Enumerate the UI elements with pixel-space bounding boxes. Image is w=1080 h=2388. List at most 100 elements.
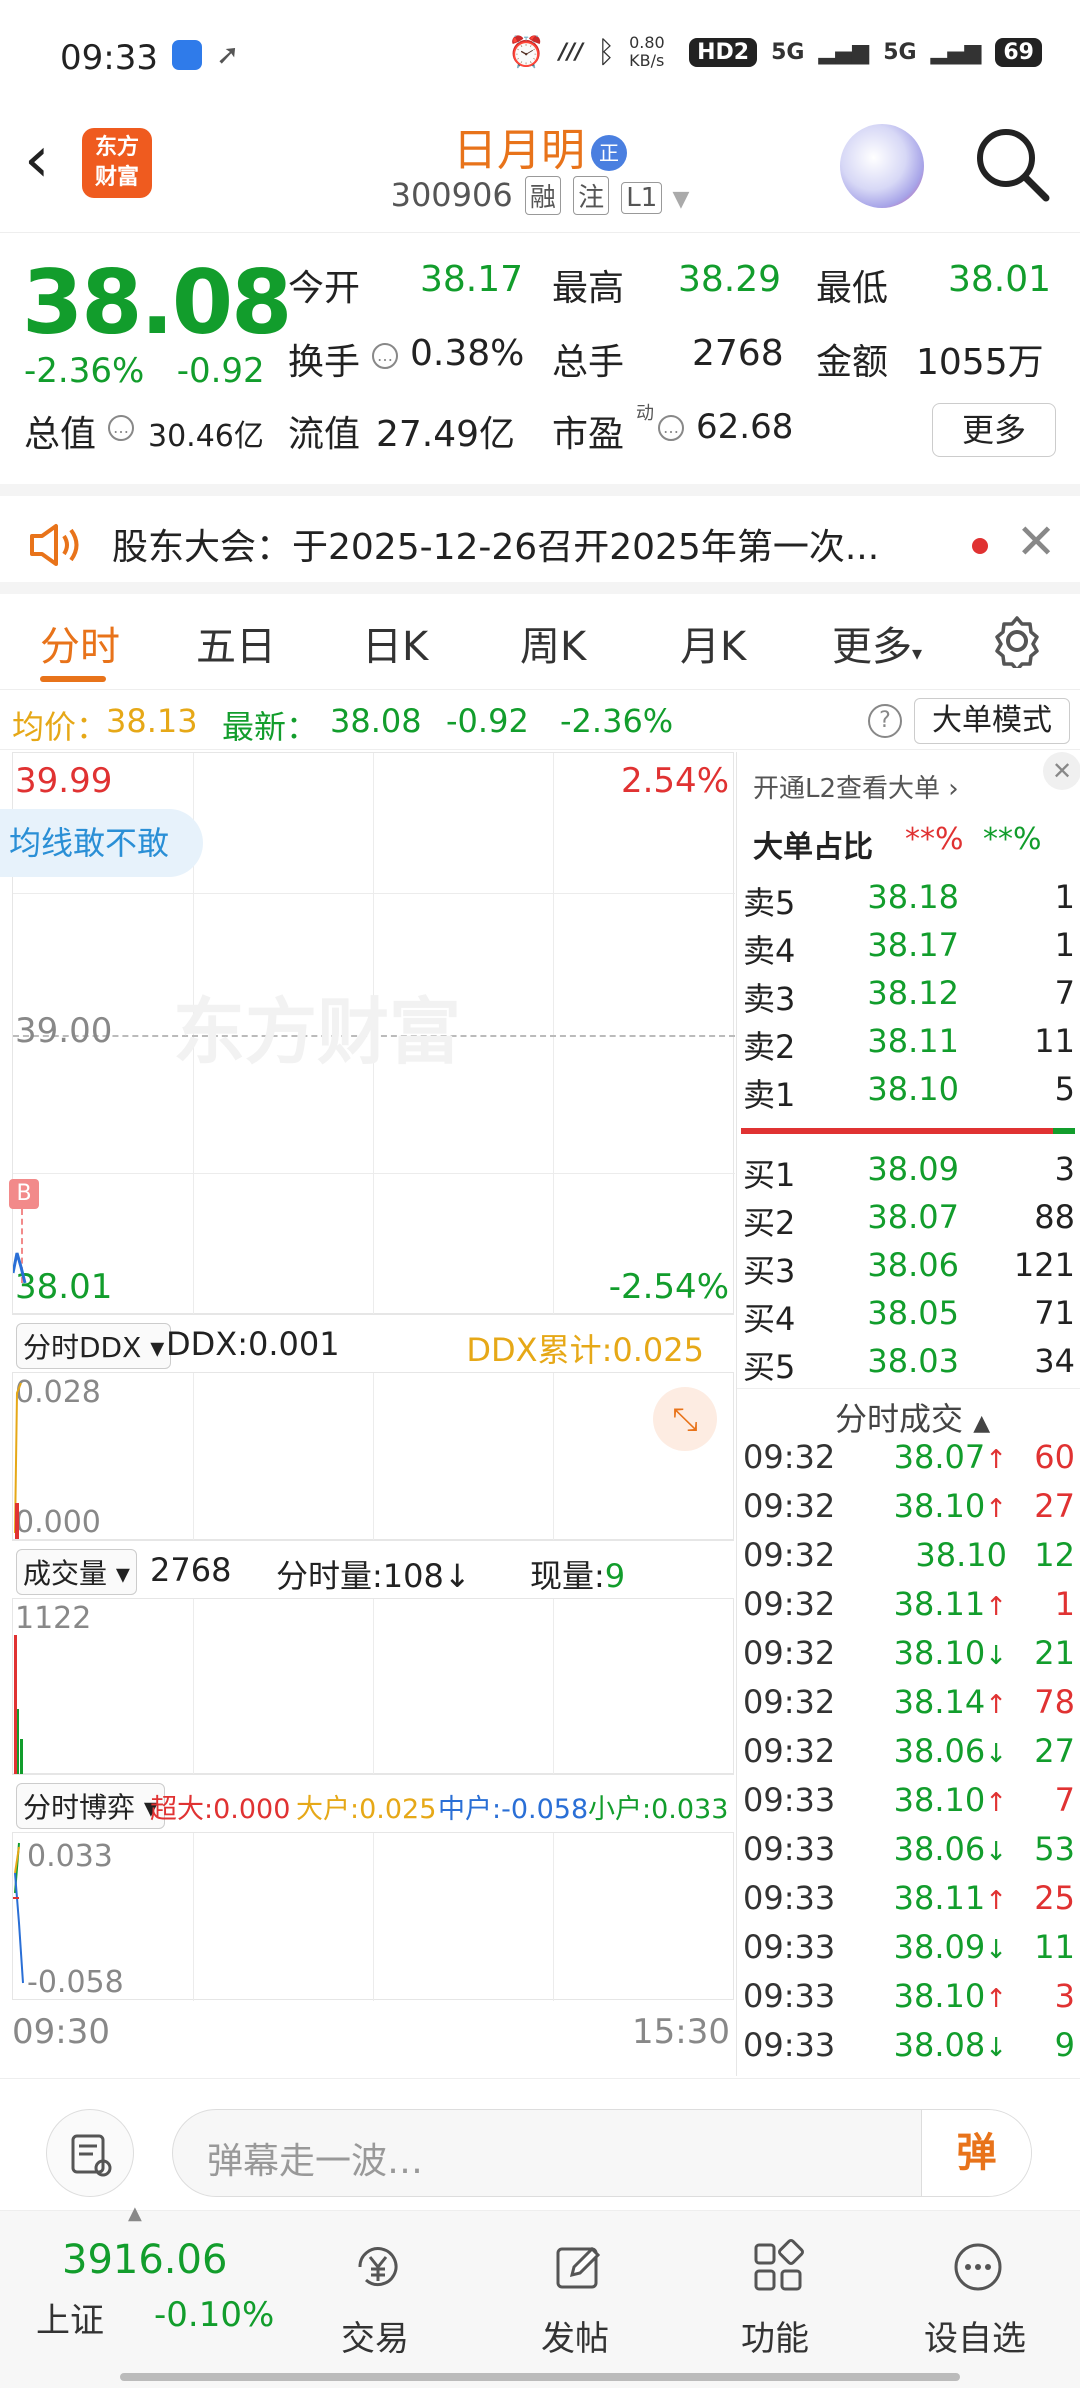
trade-time: 09:32 bbox=[743, 1634, 836, 1672]
trade-row[interactable]: 09:32 38.11↑ 1 bbox=[743, 1585, 1075, 1633]
trade-direction-icon: ↓ bbox=[985, 2033, 1007, 2063]
trade-row[interactable]: 09:32 38.10↓ 21 bbox=[743, 1634, 1075, 1682]
time-axis-end: 15:30 bbox=[632, 2012, 730, 2052]
trade-row[interactable]: 09:32 38.10 12 bbox=[743, 1536, 1075, 1584]
price-panel[interactable]: 东方财富 39.99 2.54% 39.00 38.01 -2.54% 均线敢不… bbox=[0, 752, 735, 1315]
danmu-settings-icon[interactable] bbox=[46, 2109, 134, 2197]
trade-price: 38.09↓ bbox=[893, 1928, 1007, 1966]
nav-functions[interactable]: 功能 bbox=[700, 2211, 850, 2361]
info-circle-icon[interactable]: … bbox=[372, 343, 398, 369]
robot-assistant-avatar[interactable] bbox=[840, 124, 924, 208]
price-top-label: 39.99 bbox=[15, 761, 113, 801]
mid-holder: 中户:-0.058 bbox=[438, 1794, 589, 1825]
close-icon[interactable]: ✕ bbox=[1043, 752, 1080, 790]
volume-total: 2768 bbox=[150, 1551, 232, 1589]
ddx-sum: DDX累计:0.025 bbox=[466, 1331, 704, 1369]
ddx-line bbox=[14, 1382, 22, 1539]
trade-price: 38.10↑ bbox=[893, 1781, 1007, 1819]
danmu-placeholder: 弹幕走一波… bbox=[207, 2141, 424, 2182]
bid-ask-ratio-bar bbox=[741, 1128, 1053, 1134]
comment-bubble[interactable]: 均线敢不敢 bbox=[0, 809, 204, 877]
bid-row-1[interactable]: 买1 38.09 3 bbox=[743, 1150, 1075, 1198]
avg-value: 38.13 bbox=[106, 702, 198, 740]
l2-link[interactable]: 开通L2查看大单 › bbox=[753, 768, 959, 805]
capital-game-panel[interactable]: 0.033 -0.058 bbox=[12, 1832, 734, 2001]
tab-monthly-k[interactable]: 月K bbox=[680, 614, 746, 672]
pct-top-label: 2.54% bbox=[620, 761, 729, 801]
trade-row[interactable]: 09:32 38.07↑ 60 bbox=[743, 1438, 1075, 1486]
danmu-send-button[interactable]: 弹 bbox=[921, 2110, 1031, 2196]
nav-add-watchlist[interactable]: 设自选 bbox=[900, 2211, 1050, 2361]
tab-weekly-k[interactable]: 周K bbox=[520, 614, 586, 672]
trade-price: 38.10↓ bbox=[893, 1634, 1007, 1672]
ddx-indicator-select[interactable]: 分时DDX ▾ bbox=[16, 1323, 172, 1369]
chevron-down-icon: ▼ bbox=[672, 187, 690, 212]
nav-post[interactable]: 发帖 bbox=[500, 2211, 650, 2361]
ask-row-1[interactable]: 卖1 38.10 5 bbox=[743, 1070, 1075, 1118]
nav-trade-label: 交易 bbox=[341, 2319, 409, 2359]
buy-marker[interactable]: B bbox=[9, 1179, 39, 1209]
mktcap-label: 总值 bbox=[24, 414, 97, 455]
index-change: -0.10% bbox=[154, 2295, 275, 2335]
trade-qty: 12 bbox=[1034, 1536, 1075, 1574]
trades-title[interactable]: 分时成交 ▲ bbox=[835, 1394, 990, 1440]
trade-time: 09:32 bbox=[743, 1536, 836, 1574]
nav-add-watchlist-label: 设自选 bbox=[924, 2319, 1026, 2359]
ask-row-3[interactable]: 卖3 38.12 7 bbox=[743, 974, 1075, 1022]
volume-value: 2768 bbox=[692, 333, 784, 374]
tab-more[interactable]: 更多▾ bbox=[832, 614, 922, 672]
trade-row[interactable]: 09:33 38.08↓ 9 bbox=[743, 2026, 1075, 2074]
trade-qty: 1 bbox=[1054, 1585, 1075, 1623]
search-icon[interactable] bbox=[972, 124, 1052, 204]
tab-intraday[interactable]: 分时 bbox=[40, 614, 120, 672]
trade-time: 09:33 bbox=[743, 1781, 836, 1819]
ddx-panel[interactable]: 0.028 0.000 ⤡ bbox=[12, 1372, 734, 1541]
bid-row-4[interactable]: 买4 38.05 71 bbox=[743, 1294, 1075, 1342]
trade-qty: 25 bbox=[1034, 1879, 1075, 1917]
index-ticker[interactable]: ▲ 3916.06 上证 -0.10% bbox=[0, 2203, 274, 2361]
trade-row[interactable]: 09:32 38.06↓ 27 bbox=[743, 1732, 1075, 1780]
big-order-mode-button[interactable]: 大单模式 bbox=[914, 698, 1070, 744]
volume-indicator-select[interactable]: 成交量 ▾ bbox=[16, 1549, 137, 1595]
super-large: 超大:0.000 bbox=[150, 1794, 291, 1825]
tab-5day[interactable]: 五日 bbox=[196, 614, 276, 672]
help-icon[interactable]: ? bbox=[868, 704, 902, 738]
info-circle-icon[interactable]: … bbox=[108, 415, 134, 441]
ask-row-5[interactable]: 卖5 38.18 1 bbox=[743, 878, 1075, 926]
trade-row[interactable]: 09:32 38.10↑ 27 bbox=[743, 1487, 1075, 1535]
bid-ask-ratio-bar-green bbox=[1053, 1128, 1075, 1134]
trade-price: 38.10 bbox=[915, 1536, 1007, 1574]
expand-icon[interactable]: ⤡ bbox=[653, 1387, 717, 1451]
trade-row[interactable]: 09:33 38.09↓ 11 bbox=[743, 1928, 1075, 1976]
volume-panel[interactable]: 1122 bbox=[12, 1598, 734, 1775]
bottom-nav: ▲ 3916.06 上证 -0.10% 交易 发帖 功能 设自选 bbox=[0, 2203, 1080, 2388]
attention-tag: 注 bbox=[573, 176, 610, 215]
notice-banner[interactable]: 股东大会：于2025-12-26召开2025年第一次... ✕ bbox=[0, 484, 1080, 594]
gear-icon[interactable] bbox=[990, 614, 1044, 668]
close-icon[interactable]: ✕ bbox=[1016, 514, 1056, 570]
bid-row-5[interactable]: 买5 38.03 34 bbox=[743, 1342, 1075, 1390]
trade-qty: 53 bbox=[1034, 1830, 1075, 1868]
trade-row[interactable]: 09:33 38.10↑ 7 bbox=[743, 1781, 1075, 1829]
index-value: 3916.06 bbox=[62, 2237, 228, 2283]
intraday-chart: 东方财富 39.99 2.54% 39.00 38.01 -2.54% 均线敢不… bbox=[0, 752, 735, 2076]
ask-row-4[interactable]: 卖4 38.17 1 bbox=[743, 926, 1075, 974]
trade-row[interactable]: 09:32 38.14↑ 78 bbox=[743, 1683, 1075, 1731]
bid-row-2[interactable]: 买2 38.07 88 bbox=[743, 1198, 1075, 1246]
trade-time: 09:33 bbox=[743, 1879, 836, 1917]
nav-trade[interactable]: 交易 bbox=[300, 2211, 450, 2361]
big-ratio-red: **% bbox=[905, 822, 964, 857]
bid-row-3[interactable]: 买3 38.06 121 bbox=[743, 1246, 1075, 1294]
volume-header: 成交量 ▾ 2768 分时量:108↓ 现量:9 bbox=[12, 1540, 734, 1598]
tab-daily-k[interactable]: 日K bbox=[362, 614, 428, 672]
trade-direction-icon: ↓ bbox=[985, 1739, 1007, 1769]
trade-row[interactable]: 09:33 38.10↑ 3 bbox=[743, 1977, 1075, 2025]
trade-row[interactable]: 09:33 38.06↓ 53 bbox=[743, 1830, 1075, 1878]
trade-row[interactable]: 09:33 38.11↑ 25 bbox=[743, 1879, 1075, 1927]
more-quote-button[interactable]: 更多 bbox=[932, 403, 1056, 457]
danmu-input[interactable]: 弹幕走一波… 弹 bbox=[172, 2109, 1032, 2197]
info-circle-icon[interactable]: … bbox=[658, 415, 684, 441]
game-indicator-select[interactable]: 分时博弈 ▾ bbox=[16, 1783, 165, 1829]
edit-icon bbox=[556, 2246, 601, 2289]
ask-row-2[interactable]: 卖2 38.11 11 bbox=[743, 1022, 1075, 1070]
